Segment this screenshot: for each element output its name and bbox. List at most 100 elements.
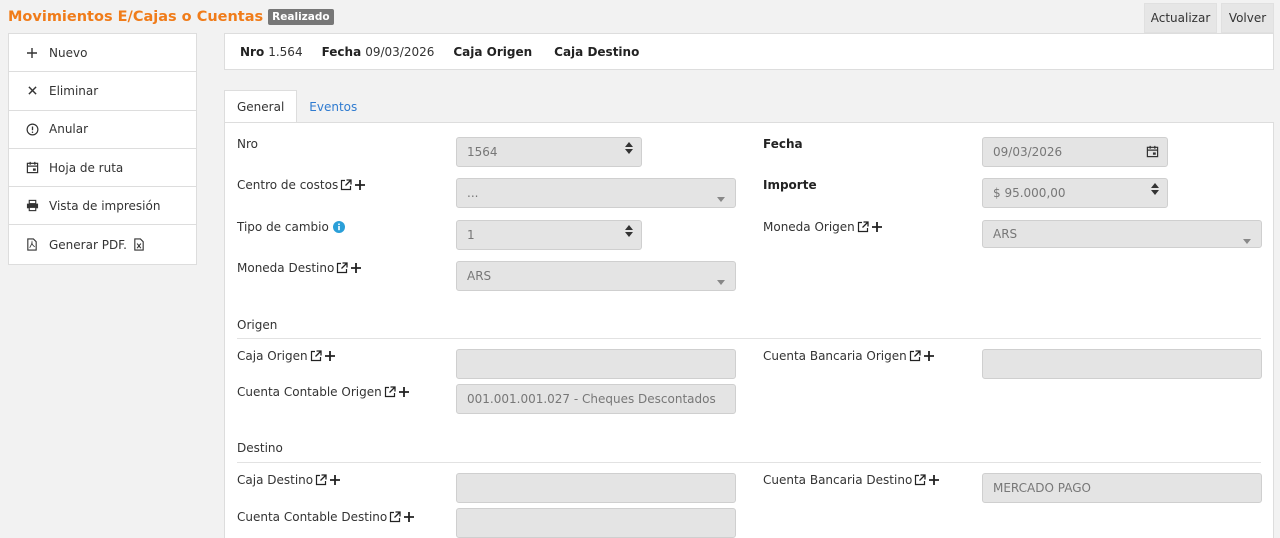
centro-costos-label-text: Centro de costos (237, 178, 339, 192)
calendar-icon[interactable] (1146, 145, 1159, 161)
stepper-icon[interactable] (1151, 183, 1159, 195)
print-icon (25, 199, 39, 212)
cuenta-bancaria-origen-label-text: Cuenta Bancaria Origen (763, 349, 907, 363)
moneda-destino-select[interactable]: ARS (456, 261, 736, 291)
chevron-down-icon (717, 191, 725, 205)
cuenta-contable-origen-label: Cuenta Contable Origen (237, 385, 409, 399)
moneda-origen-select[interactable]: ARS (982, 220, 1262, 248)
caja-destino-input[interactable] (456, 473, 736, 503)
cuenta-bancaria-destino-input[interactable]: MERCADO PAGO (982, 473, 1262, 503)
back-button[interactable]: Volver (1221, 3, 1274, 33)
external-link-icon[interactable] (384, 386, 396, 398)
nro-input-value: 1564 (467, 145, 498, 159)
importe-input[interactable]: $ 95.000,00 (982, 178, 1168, 208)
plus-icon[interactable] (351, 263, 362, 273)
sidebar-item-label: Hoja de ruta (49, 160, 124, 175)
cuenta-bancaria-origen-label: Cuenta Bancaria Origen (763, 349, 934, 363)
tab-bar: General Eventos (224, 90, 369, 123)
moneda-destino-value: ARS (467, 269, 492, 283)
destino-section-title: Destino (237, 441, 283, 455)
tipo-cambio-label-text: Tipo de cambio (237, 220, 329, 234)
fecha-input[interactable]: 09/03/2026 (982, 137, 1168, 167)
caja-destino-label-text: Caja Destino (237, 473, 314, 487)
tab-general[interactable]: General (224, 90, 298, 123)
cuenta-contable-destino-label: Cuenta Contable Destino (237, 510, 415, 524)
sidebar-item-label: Eliminar (49, 83, 99, 98)
external-link-icon[interactable] (340, 179, 352, 191)
tipo-cambio-label: Tipo de cambio (237, 220, 345, 234)
sidebar-item-hoja-de-ruta[interactable]: Hoja de ruta (9, 149, 196, 188)
cuenta-bancaria-origen-input[interactable] (982, 349, 1262, 379)
external-link-icon[interactable] (336, 262, 348, 274)
nro-input[interactable]: 1564 (456, 137, 642, 167)
sidebar-item-label: Nuevo (49, 45, 88, 60)
external-link-icon[interactable] (914, 474, 926, 486)
refresh-button[interactable]: Actualizar (1144, 3, 1217, 33)
chevron-down-icon (1243, 233, 1251, 247)
plus-icon[interactable] (929, 475, 940, 485)
cuenta-contable-destino-input[interactable] (456, 508, 736, 538)
tab-eventos[interactable]: Eventos (297, 90, 369, 123)
moneda-origen-label-text: Moneda Origen (763, 220, 855, 234)
sidebar-item-label: Vista de impresión (49, 198, 161, 213)
fecha-field-label: Fecha (763, 137, 803, 151)
plus-icon[interactable] (355, 180, 366, 190)
fecha-label: Fecha (321, 44, 362, 59)
cuenta-contable-origen-label-text: Cuenta Contable Origen (237, 385, 382, 399)
sidebar-item-eliminar[interactable]: Eliminar (9, 72, 196, 111)
plus-icon[interactable] (398, 387, 409, 397)
sidebar-item-vista-impresion[interactable]: Vista de impresión (9, 187, 196, 226)
section-divider (237, 338, 1261, 339)
moneda-origen-value: ARS (993, 227, 1018, 241)
sidebar-item-label: Generar PDF. (49, 237, 127, 252)
nro-value: 1.564 (268, 44, 303, 59)
cuenta-bancaria-destino-label: Cuenta Bancaria Destino (763, 473, 940, 487)
sidebar-item-anular[interactable]: Anular (9, 111, 196, 149)
calendar-icon (25, 161, 39, 174)
caja-origen-input[interactable] (456, 349, 736, 379)
centro-costos-select[interactable]: ... (456, 178, 736, 208)
caja-destino-label: Caja Destino (554, 44, 640, 59)
section-divider (237, 462, 1261, 463)
record-summary: Nro 1.564 Fecha 09/03/2026 Caja Origen C… (224, 33, 1274, 70)
tipo-cambio-value: 1 (467, 228, 475, 242)
external-link-icon[interactable] (909, 350, 921, 362)
sidebar-item-generar-pdf[interactable]: Generar PDF. (9, 225, 196, 263)
caja-origen-label: Caja Origen (453, 44, 533, 59)
tipo-cambio-input[interactable]: 1 (456, 220, 642, 250)
page-title-bar: Movimientos E/Cajas o Cuentas Realizado (8, 7, 334, 27)
pdf-icon (25, 238, 39, 251)
importe-input-value: $ 95.000,00 (993, 186, 1066, 200)
moneda-destino-label-text: Moneda Destino (237, 261, 335, 275)
external-link-icon[interactable] (315, 474, 327, 486)
plus-icon[interactable] (871, 222, 882, 232)
fecha-value: 09/03/2026 (365, 44, 435, 59)
info-icon[interactable] (332, 221, 345, 233)
cuenta-contable-origen-value: 001.001.001.027 - Cheques Descontados (467, 392, 716, 406)
moneda-destino-label: Moneda Destino (237, 261, 362, 275)
plus-icon[interactable] (923, 351, 934, 361)
external-link-icon[interactable] (310, 350, 322, 362)
status-badge: Realizado (268, 9, 334, 25)
plus-icon[interactable] (330, 475, 341, 485)
stepper-icon[interactable] (625, 142, 633, 154)
plus-icon (25, 47, 39, 58)
sidebar-item-nuevo[interactable]: Nuevo (9, 34, 196, 73)
origen-section-title: Origen (237, 318, 278, 332)
centro-costos-value: ... (467, 186, 479, 200)
importe-field-label: Importe (763, 178, 817, 192)
chevron-down-icon (717, 274, 725, 288)
exclamation-circle-icon (25, 123, 39, 136)
excel-icon[interactable] (133, 238, 145, 251)
nro-label: Nro (240, 44, 265, 59)
general-panel: Nro 1564 Fecha 09/03/2026 Centro de cost… (224, 122, 1274, 538)
plus-icon[interactable] (404, 512, 415, 522)
cuenta-contable-origen-input[interactable]: 001.001.001.027 - Cheques Descontados (456, 384, 736, 414)
external-link-icon[interactable] (389, 511, 401, 523)
caja-origen-label-text: Caja Origen (237, 349, 308, 363)
plus-icon[interactable] (324, 351, 335, 361)
stepper-icon[interactable] (625, 225, 633, 237)
close-icon (25, 86, 39, 96)
cuenta-bancaria-destino-value: MERCADO PAGO (993, 481, 1091, 495)
external-link-icon[interactable] (857, 221, 869, 233)
